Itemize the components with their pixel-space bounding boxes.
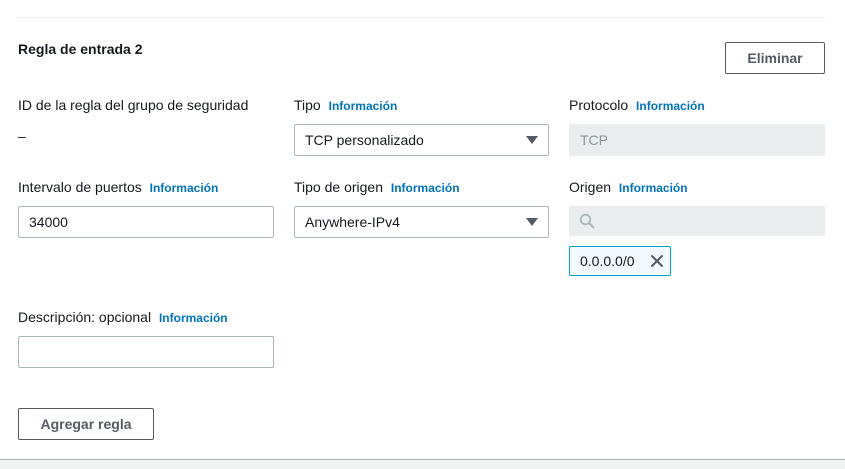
source-label: Origen Información [569,179,688,195]
port-range-input[interactable]: 34000 [18,206,274,238]
rule-title: Regla de entrada 2 [18,41,143,57]
source-search-input[interactable] [569,206,825,236]
bottom-divider [0,459,845,469]
close-icon[interactable] [650,254,664,268]
source-type-label: Tipo de origen Información [294,179,460,195]
source-token-text: 0.0.0.0/0 [580,253,635,269]
type-info-link[interactable]: Información [329,99,398,113]
search-icon [579,213,595,229]
type-label-text: Tipo [294,97,321,113]
add-rule-button[interactable]: Agregar regla [18,408,154,440]
port-range-label: Intervalo de puertos Información [18,179,218,195]
type-select-value: TCP personalizado [305,132,424,148]
caret-down-icon [526,136,538,144]
source-type-label-text: Tipo de origen [294,179,383,195]
description-input[interactable] [18,336,274,368]
source-token: 0.0.0.0/0 [569,246,671,276]
protocol-info-link[interactable]: Información [636,99,705,113]
description-info-link[interactable]: Información [159,311,228,325]
caret-down-icon [526,218,538,226]
protocol-label: Protocolo Información [569,97,705,113]
protocol-label-text: Protocolo [569,97,629,113]
remove-rule-button[interactable]: Eliminar [725,42,825,74]
source-type-select[interactable]: Anywhere-IPv4 [294,206,549,238]
port-range-label-text: Intervalo de puertos [18,179,142,195]
source-label-text: Origen [569,179,612,195]
port-range-input-value: 34000 [29,214,68,230]
port-range-info-link[interactable]: Información [150,181,219,195]
protocol-input: TCP [569,124,825,156]
security-group-rule-id-value: – [18,128,26,144]
description-label: Descripción: opcional Información [18,309,228,325]
source-info-link[interactable]: Información [619,181,688,195]
source-type-info-link[interactable]: Información [391,181,460,195]
type-select[interactable]: TCP personalizado [294,124,549,156]
description-label-text: Descripción: opcional [18,309,152,325]
source-type-select-value: Anywhere-IPv4 [305,214,400,230]
security-group-rule-id-label-text: ID de la regla del grupo de seguridad [18,97,249,113]
top-divider [18,17,825,18]
security-group-rule-id-label: ID de la regla del grupo de seguridad [18,97,248,113]
type-label: Tipo Información [294,97,397,113]
protocol-input-value: TCP [580,132,608,148]
